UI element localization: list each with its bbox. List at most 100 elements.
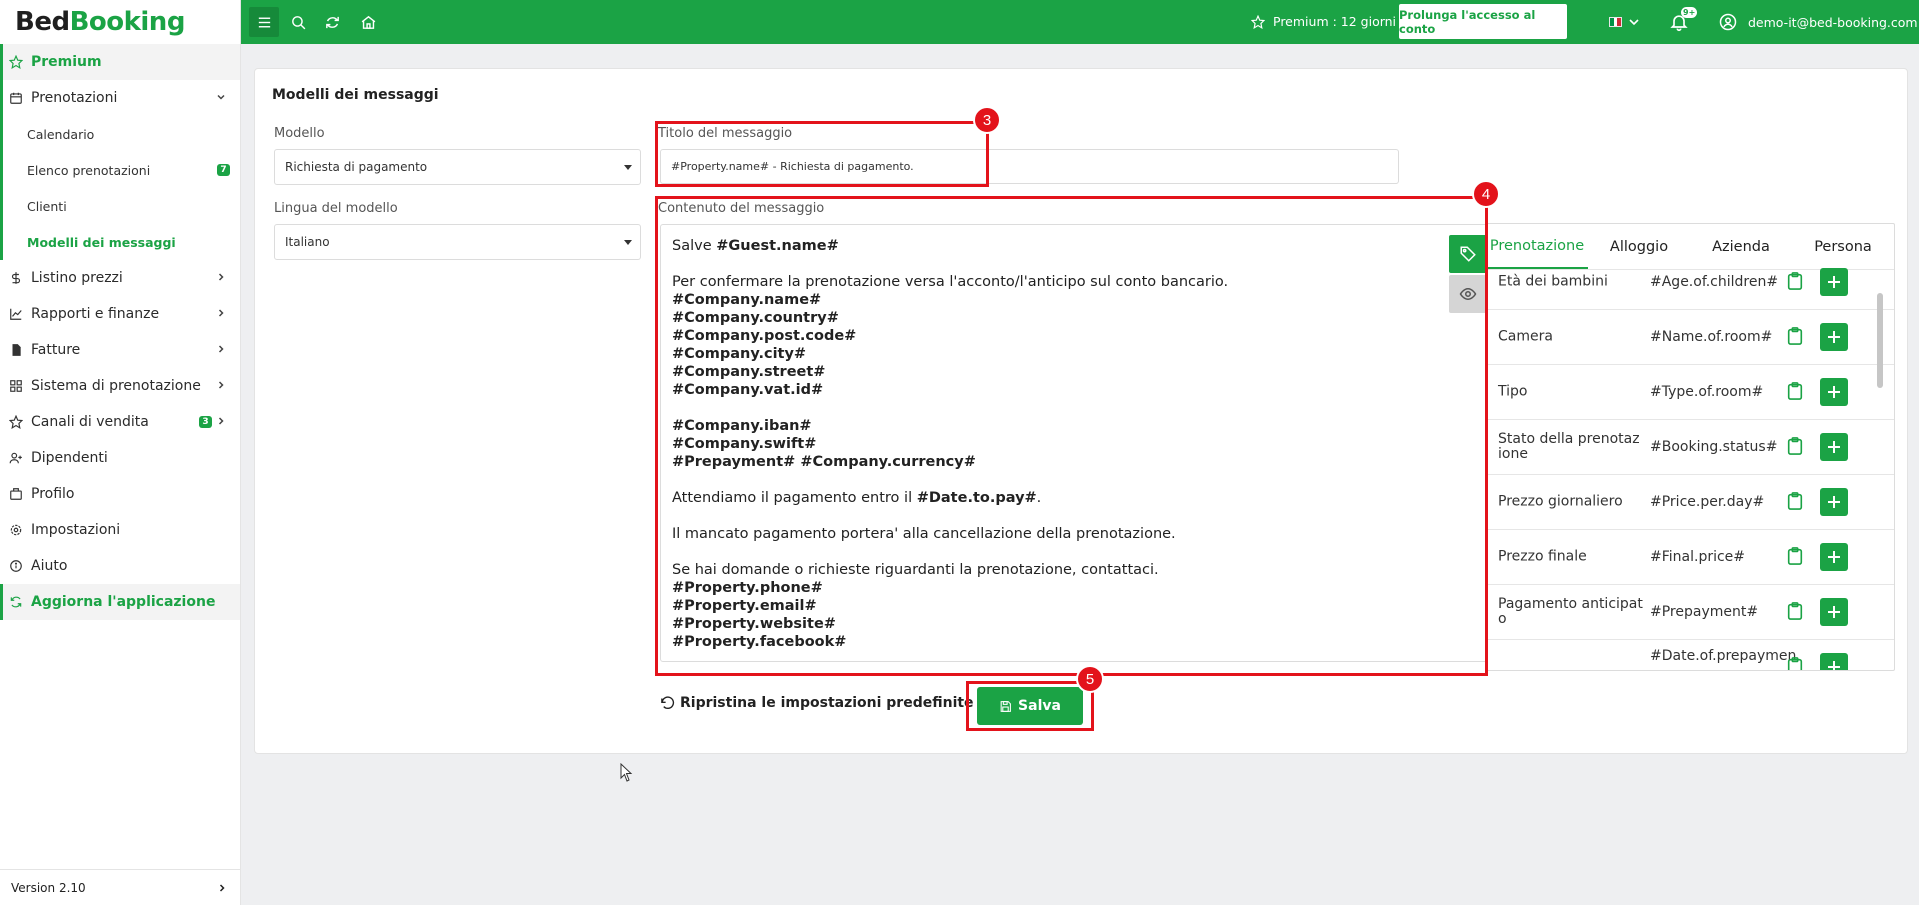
plus-icon <box>1828 386 1840 398</box>
calendar-icon <box>9 91 23 105</box>
caret-down-icon <box>624 240 632 245</box>
content-line: Se hai domande o richieste riguardanti l… <box>672 562 1159 578</box>
variables-scrollbar[interactable] <box>1877 293 1883 388</box>
sidebar-item-update-app[interactable]: Aggiorna l'applicazione <box>0 584 240 620</box>
variable-tag: #Company.street# <box>672 364 826 380</box>
sidebar-item-booking-system[interactable]: Sistema di prenotazione <box>0 368 240 404</box>
user-email: demo-it@bed-booking.com <box>1748 14 1918 30</box>
preview-button[interactable] <box>1449 275 1487 313</box>
restore-defaults-button[interactable]: Ripristina le impostazioni predefinite <box>660 695 974 711</box>
sidebar-item-label: Aggiorna l'applicazione <box>31 594 216 610</box>
search-button[interactable] <box>283 7 313 37</box>
message-title-input[interactable]: #Property.name# - Richiesta di pagamento… <box>660 149 1399 184</box>
variable-code: #Name.of.room# <box>1650 329 1773 345</box>
add-variable-button[interactable] <box>1820 268 1848 296</box>
sidebar: Bed Booking Premium Prenotazioni Calendar… <box>0 0 241 905</box>
add-variable-button[interactable] <box>1820 598 1848 626</box>
invoice-icon <box>9 343 23 357</box>
sidebar-subitem-message-templates[interactable]: Modelli dei messaggi <box>0 224 240 260</box>
sidebar-item-label: Profilo <box>31 486 75 502</box>
insert-tag-button[interactable] <box>1449 235 1487 273</box>
sidebar-item-bookings[interactable]: Prenotazioni <box>0 80 240 116</box>
save-button[interactable]: Salva <box>977 687 1083 725</box>
italy-flag-icon[interactable] <box>1609 17 1622 27</box>
sidebar-item-profile[interactable]: Profilo <box>0 476 240 512</box>
sidebar-item-reports[interactable]: Rapporti e finanze <box>0 296 240 332</box>
sidebar-item-premium[interactable]: Premium <box>0 44 240 80</box>
variable-tag: #Company.name# <box>672 292 822 308</box>
version-info[interactable]: Version 2.10 <box>0 869 241 905</box>
sidebar-item-label: Clienti <box>27 198 67 214</box>
add-variable-button[interactable] <box>1820 653 1848 670</box>
sidebar-subitem-calendar[interactable]: Calendario <box>0 116 240 152</box>
home-button[interactable] <box>353 7 383 37</box>
tag-icon <box>1460 246 1476 262</box>
undo-icon <box>661 695 675 709</box>
variable-code: #Age.of.children# <box>1650 274 1779 290</box>
clipboard-icon[interactable] <box>1786 601 1808 623</box>
variable-name: Camera <box>1498 328 1553 345</box>
clipboard-icon[interactable] <box>1786 491 1808 513</box>
add-variable-button[interactable] <box>1820 378 1848 406</box>
message-title-label: Titolo del messaggio <box>658 126 793 141</box>
variable-row: Tipo #Type.of.room# <box>1486 365 1894 420</box>
model-select[interactable]: Richiesta di pagamento <box>274 149 641 185</box>
chevron-down-icon[interactable] <box>1628 16 1640 28</box>
variable-name: Stato della prenotazione <box>1498 431 1640 462</box>
add-variable-button[interactable] <box>1820 543 1848 571</box>
message-content-editor[interactable]: Salve #Guest.name# Per confermare la pre… <box>660 224 1488 662</box>
clipboard-icon[interactable] <box>1786 546 1808 568</box>
sidebar-subitem-clients[interactable]: Clienti <box>0 188 240 224</box>
sidebar-item-help[interactable]: Aiuto <box>0 548 240 584</box>
clipboard-icon[interactable] <box>1786 656 1808 670</box>
variable-row: Prezzo finale #Final.price# <box>1486 530 1894 585</box>
message-templates-card: Modelli dei messaggi Modello Richiesta d… <box>254 68 1908 754</box>
menu-button[interactable] <box>249 7 279 37</box>
sidebar-item-employees[interactable]: Dipendenti <box>0 440 240 476</box>
premium-status[interactable]: Premium : 12 giorni <box>1251 14 1396 29</box>
template-language-label: Lingua del modello <box>274 201 398 216</box>
chevron-right-icon <box>219 884 225 892</box>
variable-tag: #Property.email# <box>672 598 817 614</box>
variable-row: Prezzo giornaliero #Price.per.day# <box>1486 475 1894 530</box>
brand-logo[interactable]: Bed Booking <box>0 0 240 44</box>
variable-code: #Final.price# <box>1650 549 1746 565</box>
sidebar-subitem-booking-list[interactable]: Elenco prenotazioni 7 <box>0 152 240 188</box>
message-title-value: #Property.name# - Richiesta di pagamento… <box>671 160 914 173</box>
variable-row: Stato della prenotazione #Booking.status… <box>1486 420 1894 475</box>
clipboard-icon[interactable] <box>1786 436 1808 458</box>
restore-defaults-label: Ripristina le impostazioni predefinite <box>680 695 974 711</box>
content-line: . <box>1036 490 1042 506</box>
variable-code: #Type.of.room# <box>1650 384 1764 400</box>
building-icon <box>9 487 23 501</box>
add-variable-button[interactable] <box>1820 433 1848 461</box>
extend-access-button[interactable]: Prolunga l'accesso al conto <box>1399 4 1567 39</box>
variable-row: #Date.of.prepaymen <box>1486 640 1894 670</box>
user-plus-icon <box>9 451 23 465</box>
sidebar-item-settings[interactable]: Impostazioni <box>0 512 240 548</box>
user-menu[interactable]: demo-it@bed-booking.com <box>1719 13 1918 31</box>
variable-code: #Price.per.day# <box>1650 494 1765 510</box>
sidebar-item-label: Fatture <box>31 342 81 358</box>
add-variable-button[interactable] <box>1820 323 1848 351</box>
sidebar-item-invoices[interactable]: Fatture <box>0 332 240 368</box>
refresh-button[interactable] <box>317 7 347 37</box>
add-variable-button[interactable] <box>1820 488 1848 516</box>
sidebar-item-label: Impostazioni <box>31 522 121 538</box>
star-icon <box>9 415 23 429</box>
sidebar-item-label: Aiuto <box>31 558 68 574</box>
logo-part-booking: Booking <box>69 7 186 37</box>
plus-icon <box>1828 276 1840 288</box>
variable-name: Età dei bambini <box>1498 273 1608 290</box>
variable-tag: #Company.post.code# <box>672 328 857 344</box>
clipboard-icon[interactable] <box>1786 381 1808 403</box>
clipboard-icon[interactable] <box>1786 271 1808 293</box>
sidebar-item-price-list[interactable]: Listino prezzi <box>0 260 240 296</box>
template-language-select[interactable]: Italiano <box>274 224 641 260</box>
variable-name: Prezzo finale <box>1498 548 1587 565</box>
clipboard-icon[interactable] <box>1786 326 1808 348</box>
sidebar-item-sales-channels[interactable]: Canali di vendita 3 <box>0 404 240 440</box>
plus-icon <box>1828 331 1840 343</box>
message-content-label: Contenuto del messaggio <box>658 201 825 216</box>
sidebar-item-label: Dipendenti <box>31 450 108 466</box>
